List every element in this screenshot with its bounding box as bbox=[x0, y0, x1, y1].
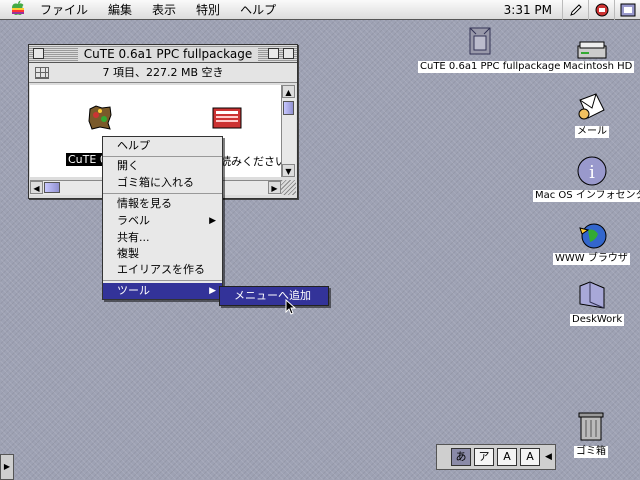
trash-icon[interactable] bbox=[578, 410, 604, 442]
context-menu: ヘルプ 開く ゴミ箱に入れる 情報を見る ラベル ▶ 共有... 複製 エイリア… bbox=[102, 136, 223, 300]
desktop-label-package[interactable]: CuTE 0.6a1 PPC fullpackage bbox=[418, 61, 563, 73]
pen-icon[interactable] bbox=[562, 0, 588, 20]
menu-file[interactable]: ファイル bbox=[30, 0, 98, 20]
menu-special[interactable]: 特別 bbox=[186, 0, 230, 20]
menu-item-duplicate[interactable]: 複製 bbox=[103, 246, 222, 262]
submenu-item-add-to-menu[interactable]: メニューへ追加 bbox=[234, 289, 311, 302]
info-center-icon[interactable]: i bbox=[576, 155, 608, 187]
menu-view[interactable]: 表示 bbox=[142, 0, 186, 20]
zoom-box[interactable] bbox=[268, 48, 279, 59]
browser-icon[interactable] bbox=[578, 220, 608, 250]
finder-app-icon[interactable] bbox=[614, 0, 640, 20]
menu-item-move-to-trash[interactable]: ゴミ箱に入れる bbox=[103, 175, 222, 191]
desktop-label-hard-disk[interactable]: Macintosh HD bbox=[561, 61, 635, 73]
keyboard-icon[interactable] bbox=[588, 0, 614, 20]
tools-submenu: メニューへ追加 bbox=[219, 286, 329, 306]
desktop-label-mail[interactable]: メール bbox=[575, 126, 609, 138]
file-label-readme[interactable]: 読みください bbox=[220, 153, 281, 169]
scroll-up-icon[interactable]: ▲ bbox=[282, 85, 295, 98]
package-icon[interactable] bbox=[466, 26, 494, 58]
menu-item-label[interactable]: ラベル ▶ bbox=[103, 213, 222, 229]
menu-item-get-info[interactable]: 情報を見る bbox=[103, 196, 222, 212]
desktop-label-trash[interactable]: ゴミ箱 bbox=[574, 446, 608, 458]
desktop-label-deskwork[interactable]: DeskWork bbox=[570, 314, 625, 326]
window-title-bar[interactable]: CuTE 0.6a1 PPC fullpackage bbox=[29, 45, 297, 63]
menu-item-tools[interactable]: ツール ▶ bbox=[103, 283, 222, 299]
desktop-label-browser[interactable]: WWW ブラウザ bbox=[553, 253, 630, 265]
menu-item-open[interactable]: 開く bbox=[103, 158, 222, 174]
vertical-scroll-thumb[interactable] bbox=[283, 101, 294, 115]
application-icon[interactable] bbox=[86, 103, 114, 134]
menu-item-tools-text: ツール bbox=[117, 284, 150, 297]
menu-item-help[interactable]: ヘルプ bbox=[103, 138, 222, 154]
mouse-pointer-icon bbox=[285, 299, 297, 315]
collapse-box[interactable] bbox=[283, 48, 294, 59]
hard-disk-icon[interactable] bbox=[576, 40, 608, 60]
menubar-clock[interactable]: 3:31 PM bbox=[494, 3, 562, 17]
svg-text:i: i bbox=[589, 162, 595, 183]
window-info-bar: 7 項目、227.2 MB 空き bbox=[29, 63, 297, 83]
scroll-left-icon[interactable]: ◀ bbox=[30, 181, 43, 194]
scroll-right-icon[interactable]: ▶ bbox=[268, 181, 281, 194]
control-strip: あ ア A A ◀ bbox=[436, 444, 556, 470]
mail-icon[interactable] bbox=[576, 92, 608, 122]
view-grid-icon bbox=[35, 67, 49, 79]
menu-item-label-text: ラベル bbox=[117, 214, 150, 227]
menu-separator bbox=[103, 156, 222, 157]
apple-logo-icon[interactable] bbox=[6, 0, 30, 20]
folder-icon[interactable] bbox=[578, 280, 606, 310]
scroll-down-icon[interactable]: ▼ bbox=[282, 164, 295, 177]
menu-separator bbox=[103, 280, 222, 281]
input-hiragana-button[interactable]: あ bbox=[451, 448, 471, 466]
window-info-text: 7 項目、227.2 MB 空き bbox=[102, 66, 224, 79]
input-alpha-button[interactable]: A bbox=[520, 448, 540, 466]
menu-bar: ファイル 編集 表示 特別 ヘルプ 3:31 PM bbox=[0, 0, 640, 20]
control-strip-left-tab[interactable]: ▶ bbox=[0, 454, 14, 480]
document-icon[interactable] bbox=[212, 105, 242, 134]
menu-item-sharing[interactable]: 共有... bbox=[103, 230, 222, 246]
submenu-arrow-icon: ▶ bbox=[209, 216, 216, 226]
window-title: CuTE 0.6a1 PPC fullpackage bbox=[77, 47, 259, 61]
menu-separator bbox=[103, 193, 222, 194]
vertical-scrollbar[interactable]: ▲ ▼ bbox=[281, 85, 296, 177]
close-box[interactable] bbox=[33, 48, 44, 59]
horizontal-scroll-thumb[interactable] bbox=[44, 182, 60, 193]
input-katakana-button[interactable]: ア bbox=[474, 448, 494, 466]
menu-edit[interactable]: 編集 bbox=[98, 0, 142, 20]
menu-help[interactable]: ヘルプ bbox=[230, 0, 286, 20]
input-fullwidth-alpha-button[interactable]: A bbox=[497, 448, 517, 466]
desktop-label-info-center[interactable]: Mac OS インフォセンタ bbox=[533, 190, 640, 202]
resize-box[interactable] bbox=[281, 180, 296, 195]
menu-item-make-alias[interactable]: エイリアスを作る bbox=[103, 262, 222, 278]
control-strip-collapse-icon[interactable]: ◀ bbox=[545, 452, 552, 462]
submenu-arrow-icon: ▶ bbox=[209, 286, 216, 296]
